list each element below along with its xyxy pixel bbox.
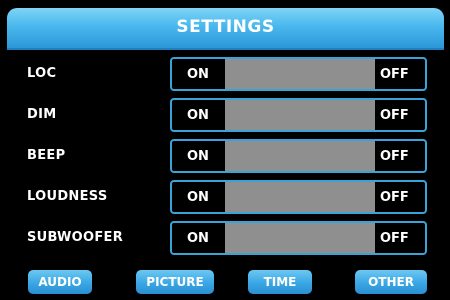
setting-label-loudness: LOUDNESS [27,189,108,204]
toggle-loudness-off-option[interactable]: OFF [380,190,409,205]
toggle-beep[interactable]: ON OFF [170,139,427,173]
toggle-loudness[interactable]: ON OFF [170,180,427,214]
tab-picture[interactable]: PICTURE [136,270,214,294]
toggle-beep-off-option[interactable]: OFF [380,149,409,164]
page-title: SETTINGS [176,17,275,37]
setting-label-beep: BEEP [27,148,66,163]
tab-audio[interactable]: AUDIO [28,270,92,294]
toggle-dim-off-option[interactable]: OFF [380,108,409,123]
toggle-dim[interactable]: ON OFF [170,98,427,132]
settings-screen: SETTINGS LOC ON OFF DIM ON OFF BEEP ON O… [0,0,450,300]
toggle-subwoofer-on-option[interactable]: ON [187,231,209,246]
header-divider [7,48,444,50]
toggle-beep-slider-track[interactable] [225,141,375,171]
toggle-dim-slider-track[interactable] [225,100,375,130]
setting-label-loc: LOC [27,66,57,81]
setting-label-subwoofer: SUBWOOFER [27,230,124,245]
toggle-subwoofer[interactable]: ON OFF [170,221,427,255]
tab-other[interactable]: OTHER [355,270,427,294]
setting-row-beep: BEEP ON OFF [0,139,450,173]
setting-label-dim: DIM [27,107,57,122]
tab-time[interactable]: TIME [248,270,312,294]
toggle-subwoofer-off-option[interactable]: OFF [380,231,409,246]
toggle-loudness-on-option[interactable]: ON [187,190,209,205]
toggle-beep-on-option[interactable]: ON [187,149,209,164]
setting-row-loudness: LOUDNESS ON OFF [0,180,450,214]
setting-row-loc: LOC ON OFF [0,57,450,91]
toggle-loc-off-option[interactable]: OFF [380,67,409,82]
toggle-loudness-slider-track[interactable] [225,182,375,212]
toggle-subwoofer-slider-track[interactable] [225,223,375,253]
toggle-loc-on-option[interactable]: ON [187,67,209,82]
toggle-loc-slider-track[interactable] [225,59,375,89]
toggle-loc[interactable]: ON OFF [170,57,427,91]
setting-row-dim: DIM ON OFF [0,98,450,132]
setting-row-subwoofer: SUBWOOFER ON OFF [0,221,450,255]
toggle-dim-on-option[interactable]: ON [187,108,209,123]
settings-header: SETTINGS [7,8,444,48]
